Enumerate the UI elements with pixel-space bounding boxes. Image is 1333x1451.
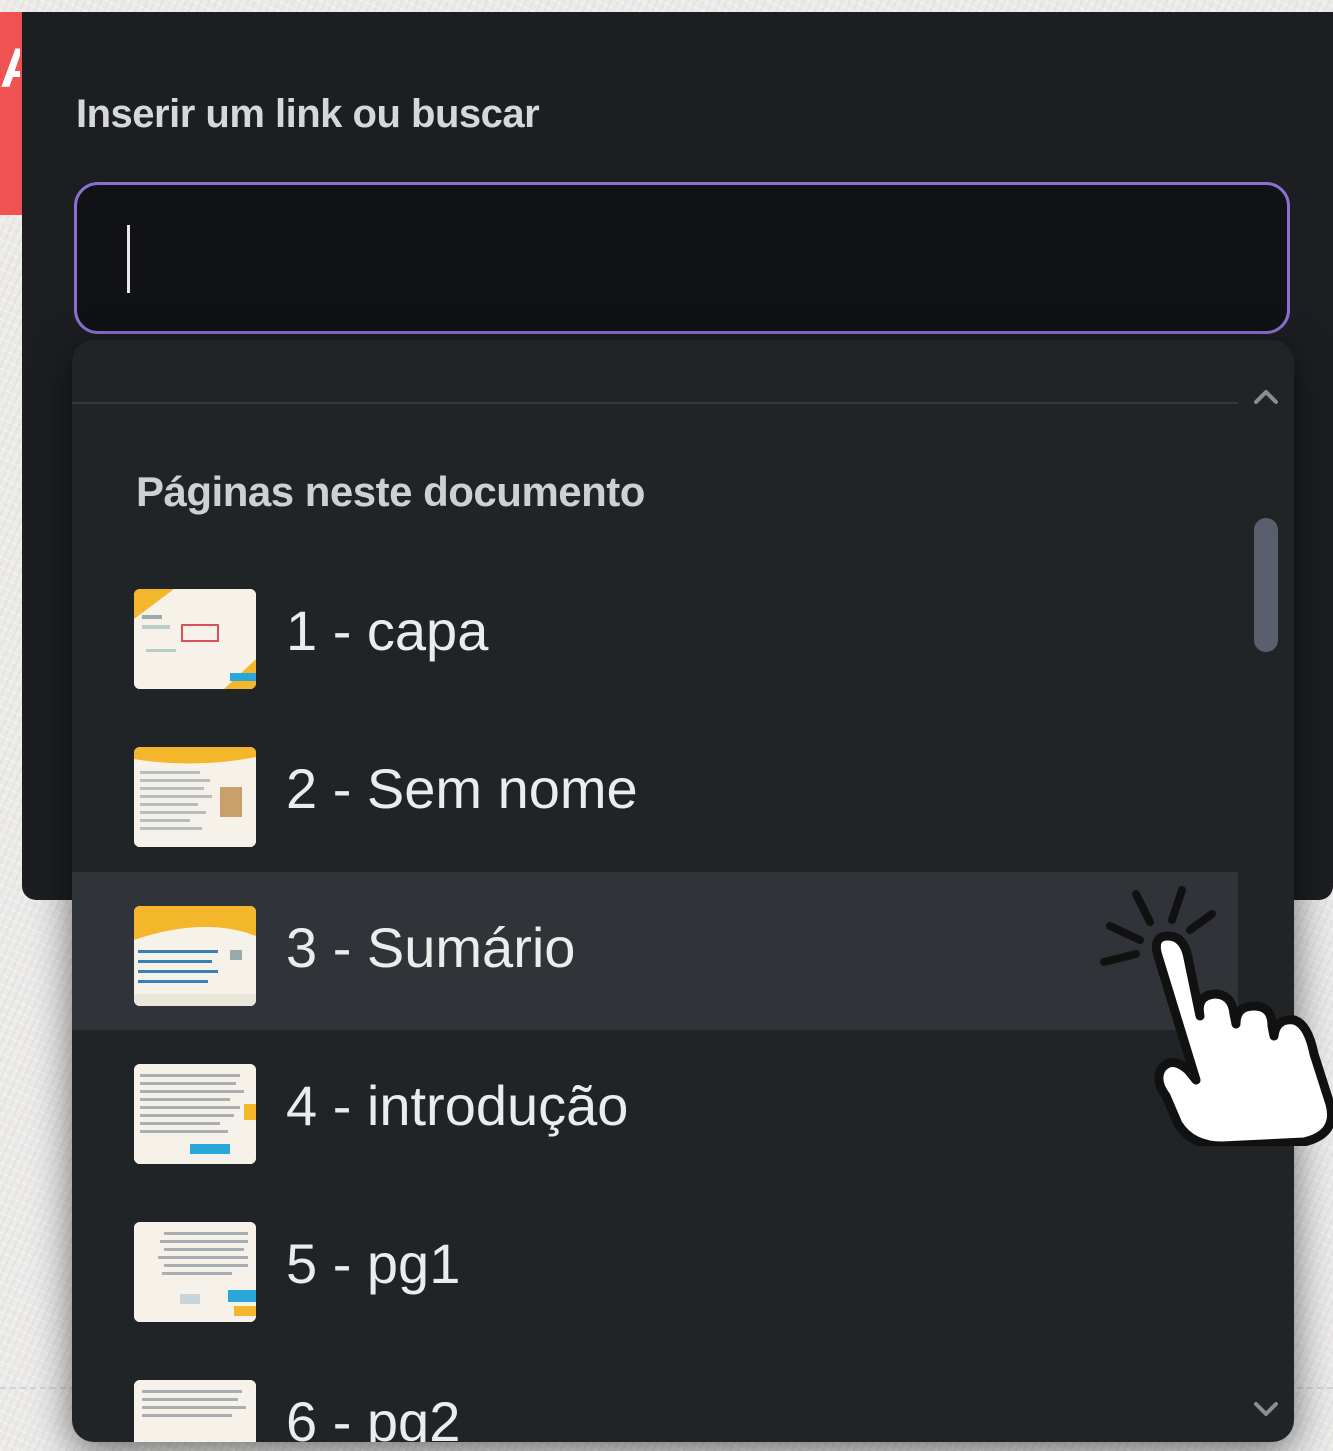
page-item-6[interactable]: 6 - pg2	[72, 1346, 1238, 1442]
page-thumbnail	[134, 906, 256, 1006]
scroll-down-icon[interactable]	[1248, 1390, 1284, 1426]
page-item-3[interactable]: 3 - Sumário	[72, 872, 1238, 1030]
page-item-label: 4 - introdução	[286, 1074, 629, 1137]
dropdown-divider	[72, 402, 1238, 404]
page-item-2[interactable]: 2 - Sem nome	[72, 713, 1238, 871]
pointer-hand-icon	[1100, 886, 1333, 1146]
scroll-up-icon[interactable]	[1248, 380, 1284, 416]
banner-letter: A	[0, 40, 20, 96]
text-caret	[127, 225, 130, 293]
page-item-label: 5 - pg1	[286, 1232, 461, 1295]
link-panel-label: Inserir um link ou buscar	[76, 92, 540, 136]
page-item-label: 3 - Sumário	[286, 916, 576, 979]
page-item-4[interactable]: 4 - introdução	[72, 1030, 1238, 1188]
page-item-1[interactable]: 1 - capa	[72, 555, 1238, 713]
page-item-label: 2 - Sem nome	[286, 757, 638, 820]
page-item-label: 1 - capa	[286, 599, 489, 662]
page-thumbnail	[134, 1064, 256, 1164]
section-title: Páginas neste documento	[136, 468, 645, 515]
link-search-input[interactable]	[74, 182, 1290, 334]
page-thumbnail	[134, 747, 256, 847]
page-thumbnail	[134, 1380, 256, 1442]
page-item-5[interactable]: 5 - pg1	[72, 1188, 1238, 1346]
page-thumbnail	[134, 1222, 256, 1322]
scroll-thumb[interactable]	[1254, 518, 1278, 652]
page-item-label: 6 - pg2	[286, 1390, 461, 1443]
page-thumbnail	[134, 589, 256, 689]
